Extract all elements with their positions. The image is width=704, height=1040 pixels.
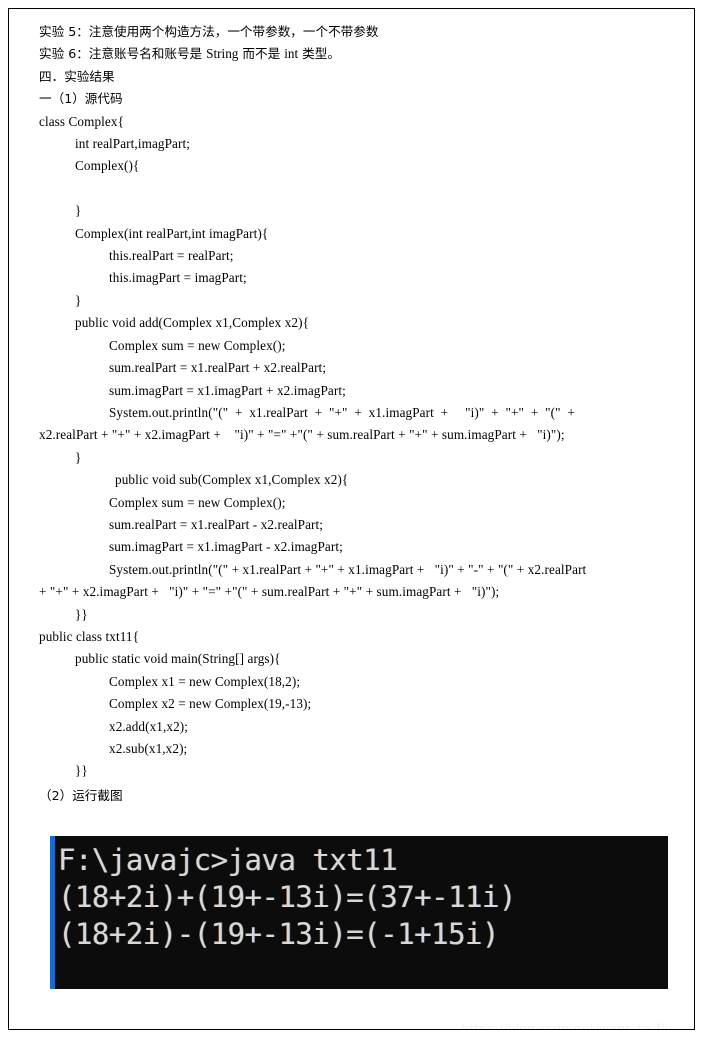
code-line: }	[75, 449, 82, 465]
code-line: Complex x1 = new Complex(18,2);	[109, 673, 301, 689]
code-line: this.realPart = realPart;	[109, 248, 234, 264]
note-6-text-part-2: 而不是	[238, 46, 285, 62]
terminal-output-line-1: (18+2i)+(19+-13i)=(37+-11i)	[58, 880, 516, 914]
note-line-5: 实验 5：注意使用两个构造方法，一个带参数，一个不带参数	[39, 24, 379, 39]
code-line: public void add(Complex x1,Complex x2){	[75, 315, 310, 331]
code-line: this.imagPart = imagPart;	[109, 270, 247, 286]
terminal-accent-bar	[50, 836, 55, 989]
code-line: sum.imagPart = x1.imagPart + x2.imagPart…	[109, 382, 346, 398]
code-line: Complex sum = new Complex();	[109, 494, 286, 510]
terminal-window: F:\javajc>java txt11 (18+2i)+(19+-13i)=(…	[50, 836, 668, 989]
code-line: public void sub(Complex x1,Complex x2){	[115, 472, 349, 488]
note-6-keyword-int: int	[284, 46, 299, 62]
watermark-text: https://blog.csdn.net/want_to_fly_	[461, 1021, 679, 1030]
code-line: public static void main(String[] args){	[75, 651, 281, 667]
code-line: Complex(int realPart,int imagPart){	[75, 225, 269, 241]
code-line-wrapped-continuation: x2.realPart + "+" + x2.imagPart + "i)" +…	[39, 427, 565, 443]
code-line-wrapped: System.out.println("(" + x1.realPart + "…	[109, 561, 587, 577]
code-line: Complex(){	[75, 158, 140, 174]
code-line: public class txt11{	[39, 628, 140, 644]
code-line-wrapped: System.out.println("(" + x1.realPart + "…	[109, 404, 575, 420]
code-line-wrapped-continuation: + "+" + x2.imagPart + "i)" + "=" +"(" + …	[39, 584, 500, 600]
note-6-keyword-string: String	[206, 46, 239, 62]
code-line: }	[75, 203, 82, 219]
code-line: Complex x2 = new Complex(19,-13);	[109, 696, 312, 712]
note-6-text-part-1: 实验 6：注意账号名和账号是	[39, 46, 207, 62]
code-line: }}	[75, 763, 88, 779]
terminal-prompt-line: F:\javajc>java txt11	[58, 843, 398, 877]
code-line: }	[75, 292, 82, 308]
code-line: sum.realPart = x1.realPart - x2.realPart…	[109, 516, 324, 532]
note-line-6: 实验 6：注意账号名和账号是 String 而不是 int 类型。	[39, 43, 674, 65]
code-line: x2.sub(x1,x2);	[109, 741, 188, 756]
terminal-screenshot: F:\javajc>java txt11 (18+2i)+(19+-13i)=(…	[50, 836, 668, 989]
section-heading: 四．实验结果	[39, 68, 115, 84]
terminal-output: F:\javajc>java txt11 (18+2i)+(19+-13i)=(…	[58, 842, 664, 953]
code-line: sum.realPart = x1.realPart + x2.realPart…	[109, 360, 327, 376]
code-line: x2.add(x1,x2);	[109, 718, 189, 734]
subsection-heading: 一（1）源代码	[39, 91, 123, 107]
document-page: 实验 5：注意使用两个构造方法，一个带参数，一个不带参数 实验 6：注意账号名和…	[8, 8, 695, 1030]
code-line: Complex sum = new Complex();	[109, 337, 286, 353]
terminal-output-line-2: (18+2i)-(19+-13i)=(-1+15i)	[58, 917, 499, 951]
note-6-text-part-3: 类型。	[298, 46, 340, 62]
document-content: 实验 5：注意使用两个构造方法，一个带参数，一个不带参数 实验 6：注意账号名和…	[39, 21, 674, 807]
code-line: }}	[75, 606, 88, 622]
code-line: int realPart,imagPart;	[75, 136, 190, 152]
screenshot-caption: （2）运行截图	[39, 787, 123, 803]
code-line: class Complex{	[39, 113, 125, 129]
code-line: sum.imagPart = x1.imagPart - x2.imagPart…	[109, 539, 343, 555]
